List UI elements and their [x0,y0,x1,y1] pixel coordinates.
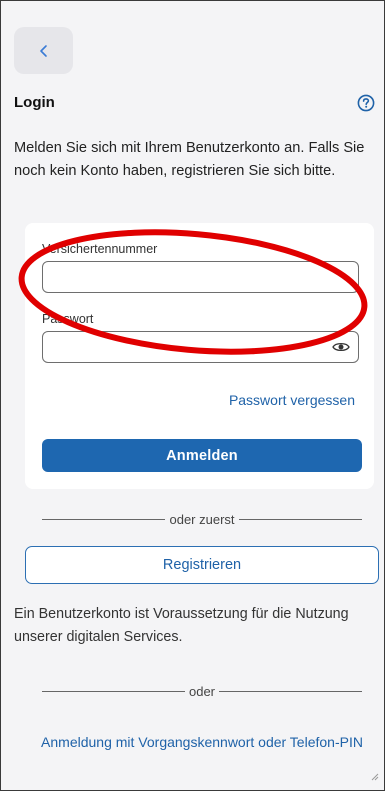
register-button[interactable]: Registrieren [25,546,379,584]
forgot-password-link[interactable]: Passwort vergessen [229,392,355,408]
eye-icon[interactable] [332,339,350,355]
divider-line [42,518,166,520]
divider-text: oder [188,683,216,699]
insurance-number-label: Versichertennummer [42,242,158,256]
back-button[interactable] [14,27,73,74]
account-info-text: Ein Benutzerkonto ist Voraussetzung für … [14,606,349,645]
divider-line [238,518,363,520]
divider-or: oder [42,682,362,700]
question-circle-icon[interactable] [357,94,375,112]
login-button[interactable]: Anmelden [42,439,362,472]
divider-text: oder zuerst [169,511,235,527]
login-card: Versichertennummer Passwort Passwort ver… [25,223,374,489]
app-screen: Login Melden Sie sich mit Ihrem Benutzer… [0,0,385,791]
divider-line [219,690,362,692]
password-input[interactable] [42,331,359,363]
divider-line [42,690,185,692]
resize-handle-icon [371,773,379,781]
alt-login-link[interactable]: Anmeldung mit Vorgangskennwort oder Tele… [25,731,379,754]
insurance-number-input[interactable] [42,261,359,293]
chevron-left-icon [39,44,47,57]
intro-text: Melden Sie sich mit Ihrem Benutzerkonto … [14,140,365,179]
divider-first: oder zuerst [42,510,363,528]
password-label: Passwort [42,312,94,326]
page-title: Login [14,94,55,111]
